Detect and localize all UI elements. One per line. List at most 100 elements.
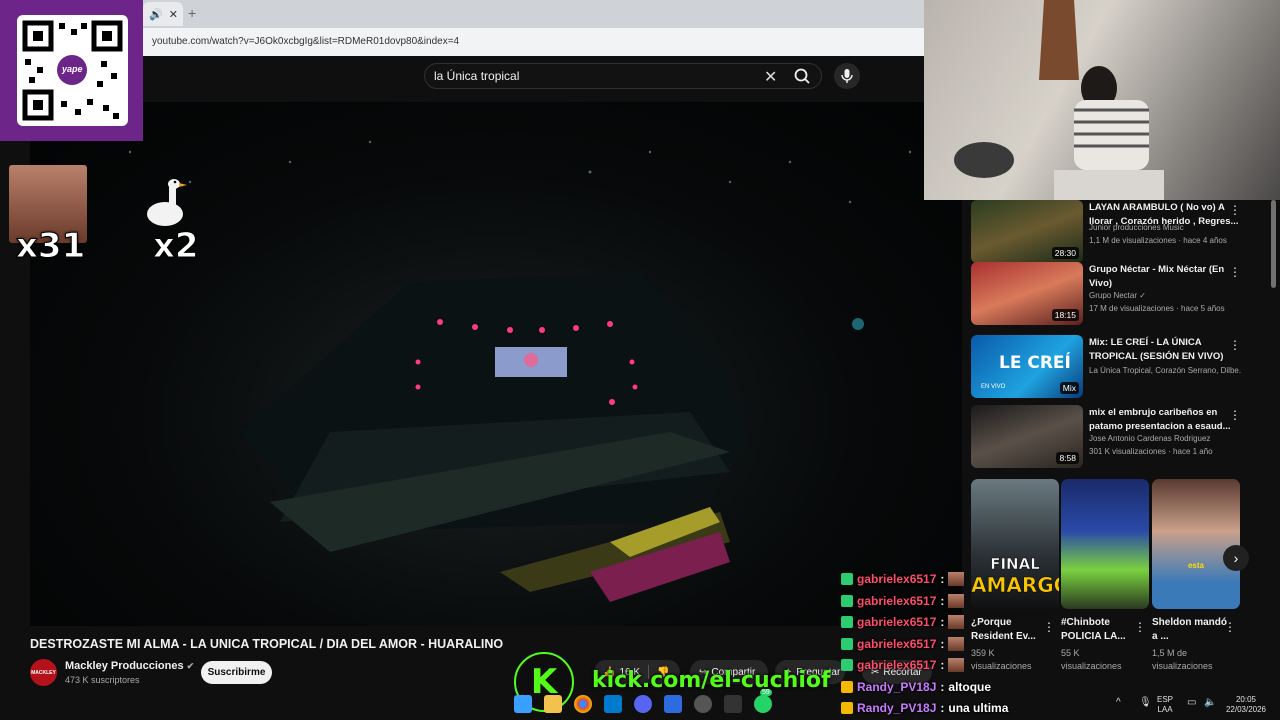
clock-date: 22/03/2026 xyxy=(1225,705,1267,714)
search-button[interactable] xyxy=(788,64,818,88)
short-views-label: visualizaciones xyxy=(1152,661,1213,671)
channel-name-text[interactable]: Mackley Producciones xyxy=(65,660,184,672)
video-thumbnail[interactable]: 28:30 xyxy=(971,200,1083,263)
recommended-video[interactable]: 18:15 Grupo Néctar - Mix Néctar (En Vivo… xyxy=(971,262,1261,326)
short-thumbnail-text: FINAL xyxy=(990,555,1040,574)
recommended-title[interactable]: Mix: LE CREÍ - LA ÚNICA TROPICAL (SESIÓN… xyxy=(1089,336,1241,363)
chat-text: altoque xyxy=(948,680,992,694)
emote-count-2: x2 xyxy=(153,226,200,267)
chat-separator: : xyxy=(940,658,945,672)
tab-close-button[interactable]: ✕ xyxy=(169,8,178,21)
chat-emote-icon xyxy=(948,658,965,672)
microphone-icon xyxy=(841,69,853,83)
kick-channel-url: kick.com/el-cuchiof xyxy=(592,668,831,693)
recommended-title[interactable]: Grupo Néctar - Mix Néctar (En Vivo) xyxy=(1089,263,1241,290)
discord-icon[interactable] xyxy=(634,695,652,713)
mix-badge-label: Mix xyxy=(1062,383,1076,393)
app-icon[interactable] xyxy=(664,695,682,713)
microphone-tray-icon[interactable]: 🎙 xyxy=(1139,697,1152,708)
language-line-1: ESP xyxy=(1157,695,1174,704)
recommended-meta: 17 M de visualizaciones · hace 5 años xyxy=(1089,304,1225,313)
network-icon[interactable]: ▭ xyxy=(1187,697,1196,708)
short-thumbnail[interactable]: FINAL AMARGO xyxy=(971,479,1059,609)
speaker-icon[interactable]: 🔊 xyxy=(149,8,163,21)
thumbnail-text: LE CREÍ xyxy=(999,353,1071,373)
more-options-icon[interactable]: ⋮ xyxy=(1224,620,1236,634)
obs-icon[interactable] xyxy=(694,695,712,713)
address-url[interactable]: youtube.com/watch?v=J6Ok0xcbgIg&list=RDM… xyxy=(152,36,459,47)
clear-search-icon[interactable]: ✕ xyxy=(764,67,777,87)
chat-username: Randy_PV18J xyxy=(857,680,937,694)
recommended-title[interactable]: mix el embrujo caribeños en patamo prese… xyxy=(1089,406,1241,433)
chevron-right-icon: › xyxy=(1233,550,1239,566)
short-views-label: visualizaciones xyxy=(971,661,1032,671)
chat-message: gabrielex6517 : xyxy=(841,572,965,586)
language-line-2: LAA xyxy=(1157,705,1173,714)
more-options-icon[interactable]: ⋮ xyxy=(1229,338,1241,352)
thumbnail-subtext: EN VIVO xyxy=(981,384,1006,390)
clock[interactable]: 20:05 22/03/2026 xyxy=(1222,695,1270,715)
clock-time: 20:05 xyxy=(1235,695,1257,704)
new-tab-button[interactable]: + xyxy=(188,5,196,21)
windows-start-icon[interactable] xyxy=(514,695,532,713)
recommended-channel[interactable]: Grupo Nectar ✓ xyxy=(1089,291,1241,300)
whatsapp-icon[interactable]: 59 xyxy=(754,689,772,713)
browser-tab[interactable]: 🔊 ✕ xyxy=(143,2,183,26)
webcam-feed xyxy=(924,0,1280,200)
recommended-channel[interactable]: La Única Tropical, Corazón Serrano, Dilb… xyxy=(1089,366,1241,375)
subscribe-button[interactable]: Suscribirme xyxy=(201,661,272,684)
chat-message: gabrielex6517 : xyxy=(841,615,965,629)
more-options-icon[interactable]: ⋮ xyxy=(1043,620,1055,634)
chat-emote-icon xyxy=(948,572,965,586)
short-views-label: visualizaciones xyxy=(1061,661,1122,671)
short-thumbnail-text: AMARGO xyxy=(971,573,1059,598)
vscode-icon[interactable] xyxy=(604,695,622,713)
chevron-up-icon[interactable]: ^ xyxy=(1116,697,1121,708)
voice-search-button[interactable] xyxy=(834,63,860,89)
search-input-value[interactable]: la Única tropical xyxy=(434,69,519,83)
more-options-icon[interactable]: ⋮ xyxy=(1229,265,1241,279)
short-thumbnail[interactable] xyxy=(1061,479,1149,609)
notification-badge: 59 xyxy=(760,689,772,696)
chat-message: gabrielex6517 : xyxy=(841,637,965,651)
more-options-icon[interactable]: ⋮ xyxy=(1229,408,1241,422)
recommended-video[interactable]: 8:58 mix el embrujo caribeños en patamo … xyxy=(971,405,1261,469)
recommended-mix[interactable]: LE CREÍ EN VIVO Mix Mix: LE CREÍ - LA ÚN… xyxy=(971,335,1261,399)
chat-separator: : xyxy=(940,594,945,608)
chrome-icon[interactable] xyxy=(574,695,592,713)
duration-badge: 28:30 xyxy=(1051,247,1079,259)
chat-username: gabrielex6517 xyxy=(857,615,937,629)
language-indicator[interactable]: ESP LAA xyxy=(1157,695,1173,715)
duration-badge: 18:15 xyxy=(1051,309,1079,321)
channel-name[interactable]: Mackley Producciones ✔ xyxy=(65,660,194,672)
file-explorer-icon[interactable] xyxy=(544,695,562,713)
short-title[interactable]: Sheldon mandó a ... xyxy=(1152,616,1228,644)
short-thumbnail[interactable]: esta xyxy=(1152,479,1240,609)
short-views-count: 55 K xyxy=(1061,648,1080,658)
chat-message: Randy_PV18J : altoque xyxy=(841,680,991,694)
chat-username: gabrielex6517 xyxy=(857,637,937,651)
short-views-count: 1,5 M de xyxy=(1152,648,1188,658)
channel-avatar[interactable]: MACKLEY xyxy=(30,659,57,686)
volume-icon[interactable]: 🔈 xyxy=(1204,697,1216,708)
chat-message: gabrielex6517 : xyxy=(841,658,965,672)
video-thumbnail[interactable]: 18:15 xyxy=(971,262,1083,325)
subscriber-count: 473 K suscriptores xyxy=(65,675,140,685)
shorts-next-button[interactable]: › xyxy=(1223,545,1249,571)
short-title[interactable]: #Chinbote POLICIA LA... xyxy=(1061,616,1137,644)
more-options-icon[interactable]: ⋮ xyxy=(1229,203,1241,217)
short-title[interactable]: ¿Porque Resident Ev... xyxy=(971,616,1047,644)
recommended-video[interactable]: 28:30 LAYAN ARAMBULO ( No vo) A llorar ,… xyxy=(971,200,1261,264)
recommended-channel[interactable]: Jose Antonio Cardenas Rodriguez xyxy=(1089,434,1241,443)
more-options-icon[interactable]: ⋮ xyxy=(1134,620,1146,634)
video-thumbnail[interactable]: 8:58 xyxy=(971,405,1083,468)
chat-emote-icon xyxy=(948,615,965,629)
chat-badge-icon xyxy=(841,702,853,714)
short-views: 1,5 M de visualizaciones xyxy=(1152,647,1232,673)
chat-separator: : xyxy=(940,572,945,586)
sidebar-scrollbar[interactable] xyxy=(1271,200,1276,288)
video-thumbnail[interactable]: LE CREÍ EN VIVO Mix xyxy=(971,335,1083,398)
recommended-channel[interactable]: Junior producciones Music xyxy=(1089,223,1241,232)
app-icon[interactable] xyxy=(724,695,742,713)
chat-badge-icon xyxy=(841,595,853,607)
